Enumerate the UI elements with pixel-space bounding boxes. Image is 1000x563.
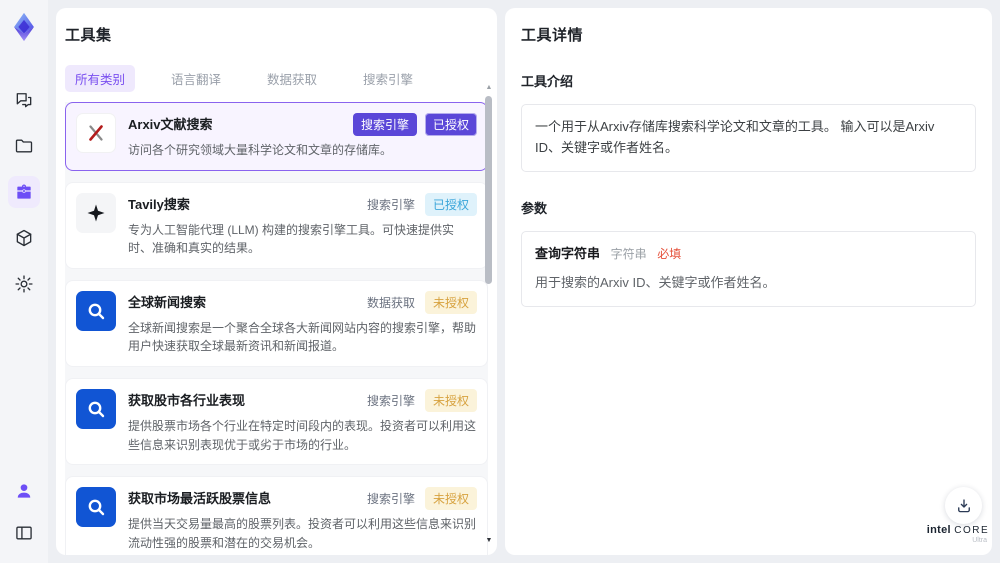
- search-tool-icon: [76, 290, 116, 331]
- sidebar-item-panel[interactable]: [8, 517, 40, 549]
- tool-status-badge: 未授权: [424, 487, 477, 511]
- sparkle-tool-icon: [76, 192, 116, 233]
- param-header: 查询字符串 字符串 必填: [535, 244, 962, 265]
- brand-core: CORE: [954, 525, 990, 536]
- list-scrollbar[interactable]: ▲ ▼: [484, 82, 494, 545]
- user-icon: [14, 481, 34, 501]
- sidebar-item-user[interactable]: [8, 475, 40, 507]
- tool-category-badge: 搜索引擎: [366, 492, 415, 507]
- intro-heading: 工具介绍: [521, 74, 574, 89]
- search-tool-icon: [76, 487, 116, 528]
- sidebar-item-chat[interactable]: [8, 84, 40, 116]
- sidebar-bottom-nav: [8, 475, 40, 549]
- sidebar-item-settings[interactable]: [8, 268, 40, 300]
- tool-detail-panel: 工具详情 工具介绍 一个用于从Arxiv存储库搜索科学论文和文章的工具。 输入可…: [505, 8, 992, 555]
- sidebar-item-toolbox[interactable]: [8, 176, 40, 208]
- tool-category-badge: 搜索引擎: [366, 393, 415, 408]
- params-heading: 参数: [521, 200, 548, 216]
- scrollbar-thumb[interactable]: [485, 96, 492, 284]
- panel-icon: [14, 523, 34, 543]
- param-box: 查询字符串 字符串 必填 用于搜索的Arxiv ID、关键字或作者姓名。: [521, 230, 976, 308]
- download-button[interactable]: [945, 487, 982, 524]
- param-type: 字符串: [610, 246, 647, 261]
- tool-status-badge: 未授权: [424, 290, 477, 314]
- tool-category-badge: 搜索引擎: [366, 197, 415, 212]
- app-logo-icon: [7, 10, 41, 44]
- download-icon: [955, 497, 973, 515]
- tool-status-badge: 未授权: [424, 388, 477, 412]
- tool-name: Tavily搜索: [128, 196, 190, 212]
- brand-intel: intel: [926, 524, 951, 536]
- tool-list-panel: 工具集 所有类别 语言翻译 数据获取 搜索引擎 Arxiv文献搜索 搜索引擎 已授权 …: [56, 8, 497, 555]
- chat-icon: [14, 90, 34, 110]
- tool-card[interactable]: 全球新闻搜索 数据获取 未授权 全球新闻搜索是一个聚合全球各大新闻网站内容的搜索…: [65, 279, 488, 367]
- settings-icon: [14, 274, 34, 294]
- tool-category-badge: 数据获取: [366, 295, 415, 310]
- sidebar-item-cube[interactable]: [8, 222, 40, 254]
- detail-title: 工具详情: [521, 27, 584, 44]
- intro-box: 一个用于从Arxiv存储库搜索科学论文和文章的工具。 输入可以是Arxiv ID…: [521, 104, 976, 172]
- scroll-up-icon[interactable]: ▲: [484, 84, 494, 92]
- search-tool-icon: [76, 388, 116, 429]
- tool-name: 获取股市各行业表现: [128, 392, 246, 408]
- category-tabs: 所有类别 语言翻译 数据获取 搜索引擎: [65, 65, 488, 92]
- cube-icon: [14, 228, 34, 248]
- tool-description: 专为人工智能代理 (LLM) 构建的搜索引擎工具。可快速提供实时、准确和真实的结…: [128, 222, 455, 256]
- tool-description: 访问各个研究领域大量科学论文和文章的存储库。: [128, 143, 393, 157]
- sidebar-item-folder[interactable]: [8, 130, 40, 162]
- tool-card[interactable]: Tavily搜索 搜索引擎 已授权 专为人工智能代理 (LLM) 构建的搜索引擎…: [65, 181, 488, 269]
- tab-all[interactable]: 所有类别: [65, 65, 136, 92]
- arxiv-tool-icon: [76, 113, 116, 153]
- param-name: 查询字符串: [535, 245, 601, 261]
- page-title: 工具集: [65, 27, 112, 44]
- tool-name: 获取市场最活跃股票信息: [128, 491, 272, 507]
- intel-core-logo: intel CORE Ultra: [925, 524, 991, 544]
- icon-sidebar: [0, 0, 48, 563]
- tool-description: 提供当天交易量最高的股票列表。投资者可以利用这些信息来识别流动性强的股票和潜在的…: [128, 517, 477, 550]
- tab-category-1[interactable]: 语言翻译: [161, 65, 231, 92]
- param-required-badge: 必填: [657, 246, 682, 261]
- tool-name: 全球新闻搜索: [128, 294, 207, 310]
- tool-description: 全球新闻搜索是一个聚合全球各大新闻网站内容的搜索引擎，帮助用户快速获取全球最新资…: [128, 320, 477, 354]
- param-description: 用于搜索的Arxiv ID、关键字或作者姓名。: [535, 275, 776, 291]
- tab-category-3[interactable]: 搜索引擎: [353, 65, 423, 92]
- tool-status-badge: 已授权: [424, 192, 477, 216]
- folder-icon: [14, 136, 34, 156]
- scroll-down-icon[interactable]: ▼: [484, 537, 494, 545]
- tool-category-badge: 搜索引擎: [352, 113, 417, 136]
- tool-card[interactable]: 获取市场最活跃股票信息 搜索引擎 未授权 提供当天交易量最高的股票列表。投资者可…: [65, 476, 488, 555]
- tool-card[interactable]: 获取股市各行业表现 搜索引擎 未授权 提供股票市场各个行业在特定时间段内的表现。…: [65, 377, 488, 466]
- tool-status-badge: 已授权: [424, 113, 477, 136]
- tool-description: 提供股票市场各个行业在特定时间段内的表现。投资者可以利用这些信息来识别表现优于或…: [128, 418, 477, 452]
- tab-category-2[interactable]: 数据获取: [257, 65, 327, 92]
- brand-sub: Ultra: [972, 537, 987, 544]
- sidebar-nav: [8, 84, 40, 300]
- tool-list: Arxiv文献搜索 搜索引擎 已授权 访问各个研究领域大量科学论文和文章的存储库…: [65, 102, 488, 555]
- toolbox-icon: [14, 182, 34, 202]
- tool-name: Arxiv文献搜索: [128, 117, 213, 132]
- tool-card[interactable]: Arxiv文献搜索 搜索引擎 已授权 访问各个研究领域大量科学论文和文章的存储库…: [65, 102, 488, 171]
